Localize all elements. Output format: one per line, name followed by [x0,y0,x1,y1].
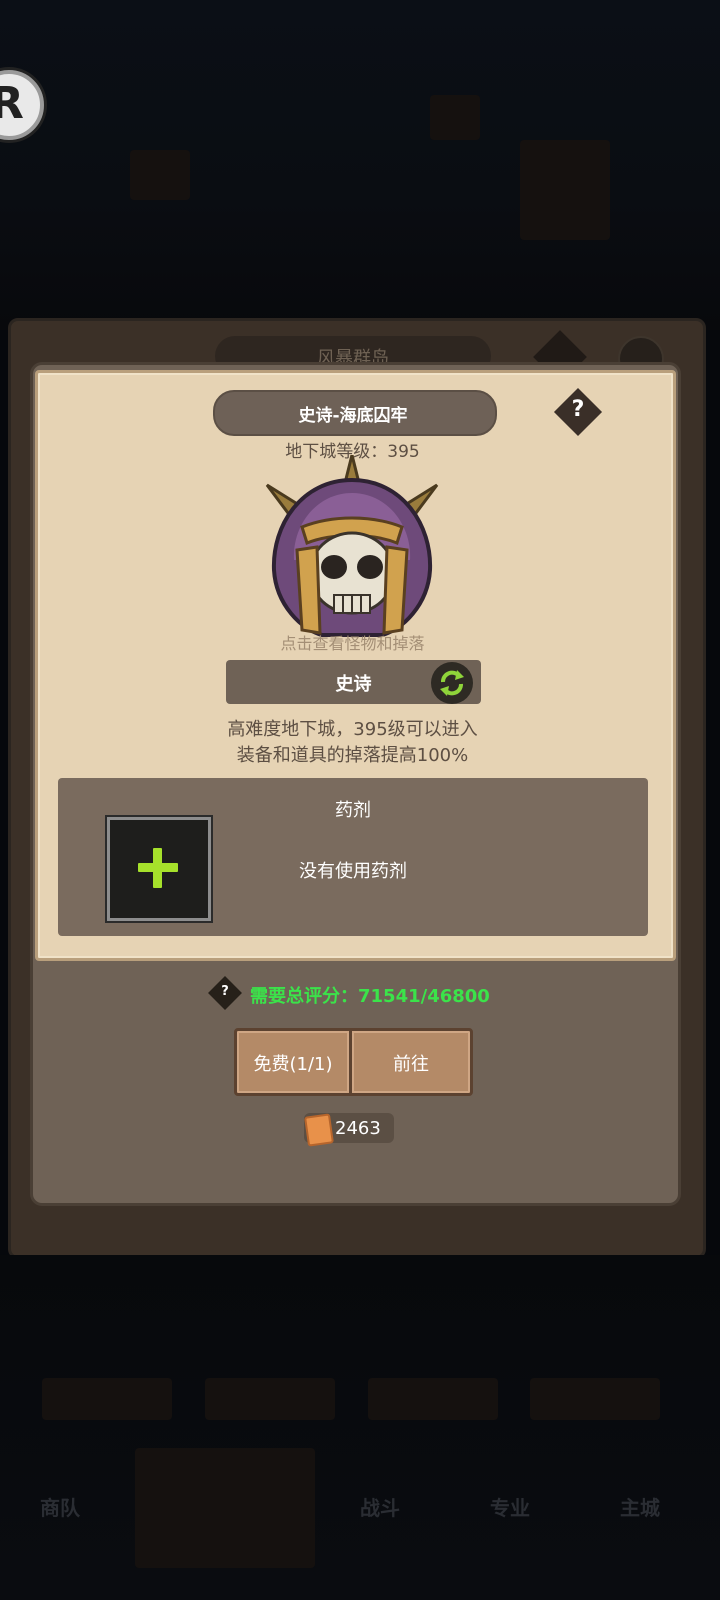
go-button[interactable]: 前往 [349,1028,473,1096]
background-bottom [0,1255,720,1600]
boss-hint-text: 点击查看怪物和掉落 [280,634,425,653]
free-entry-label: 免费(1/1) [253,1054,333,1075]
background-top [0,0,720,330]
description-line-2: 装备和道具的掉落提高100% [236,745,469,766]
bg-building [520,140,610,240]
rank-letter: R [0,78,24,129]
bg-tab-3 [368,1378,498,1420]
bg-tab-4 [530,1378,660,1420]
bg-icon [430,95,480,140]
help-icon-symbol: ? [571,397,585,422]
bg-center-item [135,1448,315,1568]
nav-item-caravan: 商队 [40,1496,80,1520]
boss-skull-icon[interactable] [262,455,442,640]
score-requirement: 需要总评分：71541/46800 [250,986,490,1007]
ticket-count: 2463 [335,1118,381,1139]
description-line-1: 高难度地下城，395级可以进入 [227,719,478,740]
nav-item-battle: 战斗 [360,1496,400,1520]
dungeon-title: 史诗-海底囚牢 [298,406,408,426]
free-entry-button[interactable]: 免费(1/1) [234,1028,352,1096]
requirement-help-symbol: ? [221,984,229,999]
bg-avatar [130,150,190,200]
ticket-scroll-icon [304,1113,334,1147]
go-label: 前往 [393,1054,429,1075]
nav-item-city: 主城 [620,1496,660,1520]
nav-item-profession: 专业 [490,1496,530,1520]
add-potion-icon-vertical [153,848,162,888]
switch-difficulty-icon[interactable] [431,662,473,704]
bg-tab-1 [42,1378,172,1420]
bg-tab-2 [205,1378,335,1420]
potion-empty-text: 没有使用药剂 [299,861,407,882]
